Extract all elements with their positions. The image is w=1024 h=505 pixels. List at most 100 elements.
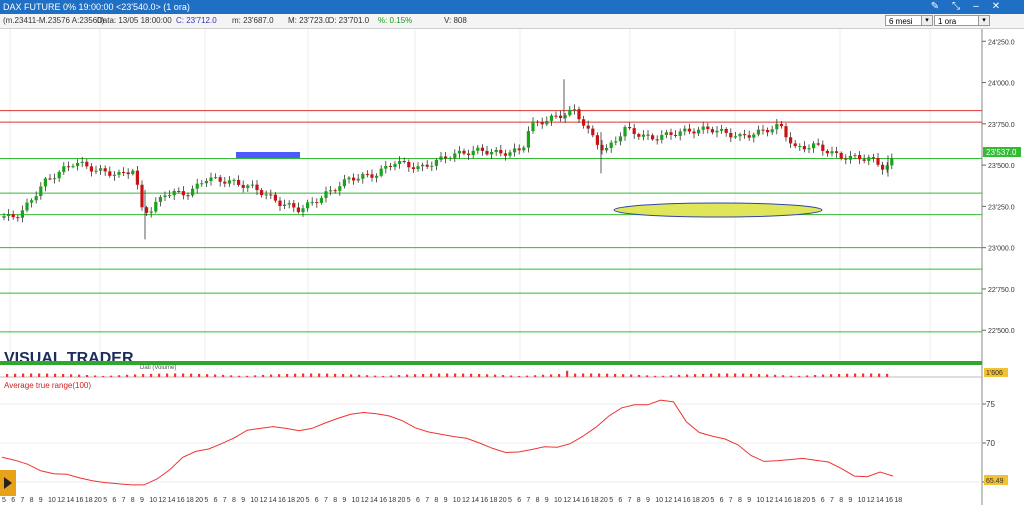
time-tick-label: 7 <box>20 497 24 504</box>
candle-body <box>135 170 139 185</box>
candle-body <box>232 179 236 181</box>
candle-body <box>881 164 885 170</box>
volume-bar <box>86 375 89 377</box>
time-tick-label: 5 <box>103 497 107 504</box>
volume-bar <box>310 373 313 377</box>
volume-bar <box>462 373 465 377</box>
candle-body <box>66 166 70 168</box>
candle-body <box>237 179 241 185</box>
time-tick-label: 6 <box>214 497 218 504</box>
volume-bar <box>470 373 473 377</box>
price-chart[interactable]: 24'250.0 24'000.0 23'750.0 23'500.0 23'250.0… <box>0 0 1024 505</box>
time-tick-label: 18 <box>186 497 194 504</box>
candle-body <box>264 194 268 196</box>
time-tick-label: 8 <box>232 497 236 504</box>
candle-body <box>549 115 553 121</box>
time-tick-label: 12 <box>867 497 875 504</box>
time-tick-label: 5 <box>508 497 512 504</box>
time-tick-label: 18 <box>490 497 498 504</box>
time-tick-label: 8 <box>839 497 843 504</box>
time-tick-label: 8 <box>637 497 641 504</box>
candle-body <box>710 129 714 133</box>
time-tick-label: 14 <box>269 497 277 504</box>
time-tick-label: 8 <box>536 497 540 504</box>
candle-body <box>287 203 291 205</box>
volume-bar <box>502 375 505 377</box>
time-tick-label: 6 <box>11 497 15 504</box>
candle-body <box>319 197 323 203</box>
candle-body <box>158 196 162 202</box>
candle-body <box>250 184 254 186</box>
candle-body <box>227 180 231 184</box>
volume-panel-label: Dati (Volume) <box>140 365 176 371</box>
time-tick-label: 6 <box>416 497 420 504</box>
volume-bar <box>390 375 393 377</box>
candle-body <box>572 109 576 111</box>
time-tick-label: 18 <box>692 497 700 504</box>
time-tick-label: 7 <box>122 497 126 504</box>
play-icon[interactable] <box>0 470 16 496</box>
time-tick-label: 7 <box>729 497 733 504</box>
time-tick-label: 5 <box>407 497 411 504</box>
candle-body <box>126 172 130 175</box>
candle-body <box>53 178 57 180</box>
volume-bar <box>494 374 497 377</box>
candle-body <box>306 202 310 209</box>
volume-bar <box>654 375 657 377</box>
time-axis-labels: 5 6 7 8 9 10 12 14 16 18 20 5 6 7 8 9 10 12 14 16 18 20 5 6 7 8 9 1… <box>2 497 902 504</box>
time-tick-label: 5 <box>812 497 816 504</box>
volume-bar <box>110 375 113 377</box>
time-tick-label: 8 <box>333 497 337 504</box>
time-tick-label: 9 <box>646 497 650 504</box>
candle-body <box>402 161 406 163</box>
candle-body <box>526 131 530 148</box>
price-tick-label: 22'500.0 <box>988 328 1015 335</box>
time-tick-label: 20 <box>398 497 406 504</box>
candle-body <box>697 129 701 134</box>
volume-bar <box>230 375 233 377</box>
candle-body <box>131 170 135 175</box>
candle-body <box>738 134 742 137</box>
candle-body <box>890 158 894 166</box>
candle-body <box>283 204 287 207</box>
volume-bar <box>606 373 609 377</box>
current-price-value: 23'537.0 <box>986 148 1017 157</box>
candle-body <box>789 137 793 144</box>
volume-bar <box>70 374 73 377</box>
candle-body <box>94 170 98 172</box>
volume-bar <box>646 375 649 377</box>
volume-bar <box>374 375 377 377</box>
volume-bar <box>358 374 361 377</box>
time-tick-label: 18 <box>287 497 295 504</box>
highlight-ellipse[interactable] <box>613 202 823 218</box>
time-tick-label: 9 <box>747 497 751 504</box>
time-tick-label: 18 <box>894 497 902 504</box>
time-tick-label: 14 <box>168 497 176 504</box>
time-tick-label: 12 <box>766 497 774 504</box>
candle-body <box>20 210 24 218</box>
price-tick-label: 23'750.0 <box>988 122 1015 129</box>
price-panel <box>0 29 1024 355</box>
blue-marker[interactable] <box>236 152 300 158</box>
candle-body <box>30 200 34 203</box>
candle-body <box>181 191 185 196</box>
candle-body <box>407 161 411 168</box>
time-tick-label: 10 <box>352 497 360 504</box>
volume-bar <box>334 373 337 377</box>
volume-bar <box>518 375 521 377</box>
time-tick-label: 6 <box>517 497 521 504</box>
candle-body <box>89 166 93 172</box>
time-tick-label: 16 <box>885 497 893 504</box>
candle-body <box>200 183 204 185</box>
time-tick-label: 18 <box>793 497 801 504</box>
candle-body <box>76 162 80 167</box>
volume-bar <box>246 375 249 377</box>
candle-body <box>11 214 15 218</box>
volume-bar <box>726 373 729 377</box>
candle-body <box>503 153 507 156</box>
candle-body <box>835 151 839 153</box>
time-tick-label: 10 <box>858 497 866 504</box>
time-tick-label: 5 <box>710 497 714 504</box>
time-tick-label: 5 <box>306 497 310 504</box>
candle-body <box>582 119 586 126</box>
